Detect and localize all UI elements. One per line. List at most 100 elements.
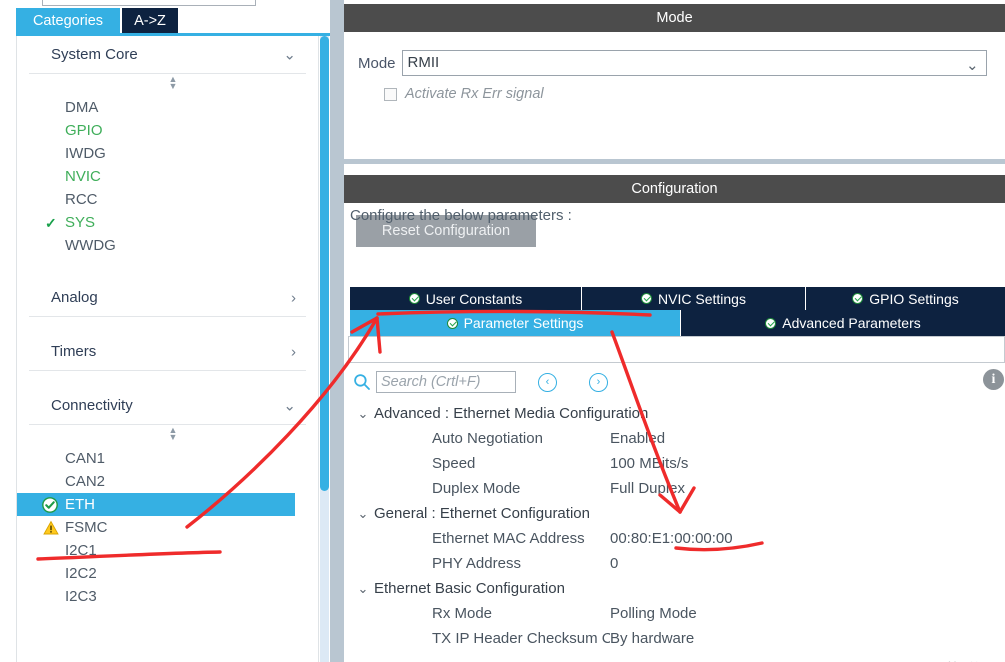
configuration-section-title: Configuration <box>344 175 1005 203</box>
tree-group-general-ethernet[interactable]: ⌄ General : Ethernet Configuration <box>352 501 997 526</box>
param-label: TX IP Header Checksum Computa... <box>432 630 610 647</box>
param-label: Speed <box>432 455 476 472</box>
check-circle-icon <box>446 317 458 329</box>
mode-section: Mode Mode RMII ⌄ Activate Rx Err signal <box>344 4 1005 164</box>
component-selector-panel: Categories A->Z System Core ⌄ ▲ ▼ DMA GPI… <box>0 0 336 662</box>
sidebar-item-i2c3[interactable]: I2C3 <box>17 585 318 608</box>
param-row-auto-negotiation[interactable]: Auto Negotiation Enabled <box>352 426 997 451</box>
item-label: IWDG <box>65 145 106 162</box>
tab-user-constants[interactable]: User Constants <box>350 287 582 310</box>
mode-field-row: Mode RMII ⌄ <box>358 50 987 76</box>
chevron-down-icon: ⌄ <box>357 505 369 521</box>
chevron-down-icon: ⌄ <box>357 580 369 596</box>
tab-parameter-settings[interactable]: Parameter Settings <box>350 310 681 336</box>
tree-group-label: Ethernet Basic Configuration <box>374 580 565 597</box>
sort-updown-icon: ▲ ▼ <box>168 74 178 91</box>
sidebar-item-iwdg[interactable]: IWDG <box>17 142 318 165</box>
item-label: GPIO <box>65 122 103 139</box>
sidebar-item-fsmc[interactable]: FSMC <box>17 516 318 539</box>
parameter-search-row: ‹ › <box>352 369 608 395</box>
sidebar-item-gpio[interactable]: GPIO <box>17 119 318 142</box>
sidebar-group-connectivity[interactable]: Connectivity ⌄ <box>29 387 306 425</box>
param-value: Enabled <box>610 430 666 447</box>
peripheral-config-area: Mode Mode RMII ⌄ Activate Rx Err signal … <box>344 0 1005 662</box>
chevron-down-icon: ⌄ <box>965 57 979 74</box>
mode-dropdown-value: RMII <box>407 54 440 71</box>
sidebar-item-sys[interactable]: ✓ SYS <box>17 211 318 234</box>
tree-group-ethernet-basic[interactable]: ⌄ Ethernet Basic Configuration <box>352 576 997 601</box>
param-row-rx-mode[interactable]: Rx Mode Polling Mode <box>352 601 997 626</box>
tab-label: Advanced Parameters <box>782 315 921 331</box>
sidebar-item-wwdg[interactable]: WWDG <box>17 234 318 257</box>
partial-search-input-above[interactable] <box>42 0 256 6</box>
chevron-down-icon: ⌄ <box>283 46 296 63</box>
mode-section-body: Mode RMII ⌄ Activate Rx Err signal <box>344 32 1005 164</box>
peripheral-list-system-core: DMA GPIO IWDG NVIC RCC ✓ SYS WWDG <box>17 96 318 257</box>
sidebar-item-dma[interactable]: DMA <box>17 96 318 119</box>
ok-circle-icon <box>42 496 58 513</box>
chevron-down-icon: ⌄ <box>283 397 296 414</box>
param-row-tx-ip-header-checksum[interactable]: TX IP Header Checksum Computa... By hard… <box>352 626 997 651</box>
tab-advanced-parameters[interactable]: Advanced Parameters <box>681 310 1005 336</box>
tab-categories[interactable]: Categories <box>16 8 120 34</box>
app-window: Categories A->Z System Core ⌄ ▲ ▼ DMA GPI… <box>0 0 1005 662</box>
check-circle-icon <box>765 317 777 329</box>
sidebar-item-eth[interactable]: ETH <box>17 493 295 516</box>
item-label: WWDG <box>65 237 116 254</box>
checkbox-icon[interactable] <box>384 87 397 101</box>
activate-rx-err-label: Activate Rx Err signal <box>405 86 544 102</box>
mode-field-label: Mode <box>358 54 396 72</box>
configuration-tabs-lower: Parameter Settings Advanced Parameters <box>350 310 1005 336</box>
sort-toggle-connectivity[interactable]: ▲ ▼ <box>17 425 318 447</box>
sidebar-item-can2[interactable]: CAN2 <box>17 470 318 493</box>
info-icon[interactable]: i <box>983 369 1004 390</box>
item-label: NVIC <box>65 168 101 185</box>
search-icon <box>352 372 372 392</box>
sort-toggle-system-core[interactable]: ▲ ▼ <box>17 74 318 96</box>
item-label: I2C1 <box>65 542 97 559</box>
sidebar-group-label: System Core <box>51 46 138 63</box>
tab-a-to-z[interactable]: A->Z <box>122 8 178 34</box>
search-input[interactable] <box>376 371 516 393</box>
sidebar-item-i2c1[interactable]: I2C1 <box>17 539 318 562</box>
peripheral-list-connectivity: CAN1 CAN2 ETH FSMC I2C1 I2C2 I2C3 <box>17 447 318 608</box>
mode-dropdown[interactable]: RMII ⌄ <box>401 50 987 76</box>
tab-label: Parameter Settings <box>463 315 584 331</box>
tab-label: NVIC Settings <box>658 290 746 307</box>
item-label: SYS <box>65 214 96 231</box>
chevron-right-icon: › <box>291 343 296 360</box>
sidebar-group-analog[interactable]: Analog › <box>29 279 306 317</box>
param-value: 0 <box>610 555 619 572</box>
search-next-button[interactable]: › <box>589 372 608 392</box>
panel-divider <box>330 0 344 662</box>
sidebar-item-can1[interactable]: CAN1 <box>17 447 318 470</box>
tab-nvic-settings[interactable]: NVIC Settings <box>582 287 806 310</box>
tree-group-advanced-media[interactable]: ⌄ Advanced : Ethernet Media Configuratio… <box>352 401 997 426</box>
sidebar-scrollbar-thumb[interactable] <box>320 36 329 491</box>
sidebar-group-timers[interactable]: Timers › <box>29 333 306 371</box>
param-label: Duplex Mode <box>432 480 521 497</box>
sidebar-item-nvic[interactable]: NVIC <box>17 165 318 188</box>
item-label: CAN2 <box>65 473 106 490</box>
sidebar-item-rcc[interactable]: RCC <box>17 188 318 211</box>
param-label: Ethernet MAC Address <box>432 530 585 547</box>
warning-triangle-icon <box>43 520 59 536</box>
check-circle-icon <box>852 293 864 304</box>
tab-gpio-settings[interactable]: GPIO Settings <box>806 287 1005 310</box>
configuration-section-body: Reset Configuration User Constants NVIC … <box>344 203 1005 662</box>
check-circle-icon <box>408 293 420 304</box>
configuration-section: Configuration Reset Configuration User C… <box>344 175 1005 662</box>
search-prev-button[interactable]: ‹ <box>538 372 557 392</box>
activate-rx-err-checkbox-row[interactable]: Activate Rx Err signal <box>384 86 544 102</box>
tab-label: User Constants <box>425 290 523 307</box>
parameter-tree: ⌄ Advanced : Ethernet Media Configuratio… <box>352 401 997 651</box>
param-row-phy-address[interactable]: PHY Address 0 <box>352 551 997 576</box>
sidebar-group-label: Connectivity <box>51 397 133 414</box>
param-row-speed[interactable]: Speed 100 MBits/s <box>352 451 997 476</box>
sidebar-item-i2c2[interactable]: I2C2 <box>17 562 318 585</box>
param-row-ethernet-mac-address[interactable]: Ethernet MAC Address 00:80:E1:00:00:00 <box>352 526 997 551</box>
item-label: CAN1 <box>65 450 106 467</box>
chevron-down-icon: ⌄ <box>357 405 369 421</box>
param-row-duplex-mode[interactable]: Duplex Mode Full Duplex <box>352 476 997 501</box>
sidebar-group-system-core[interactable]: System Core ⌄ <box>29 36 306 74</box>
